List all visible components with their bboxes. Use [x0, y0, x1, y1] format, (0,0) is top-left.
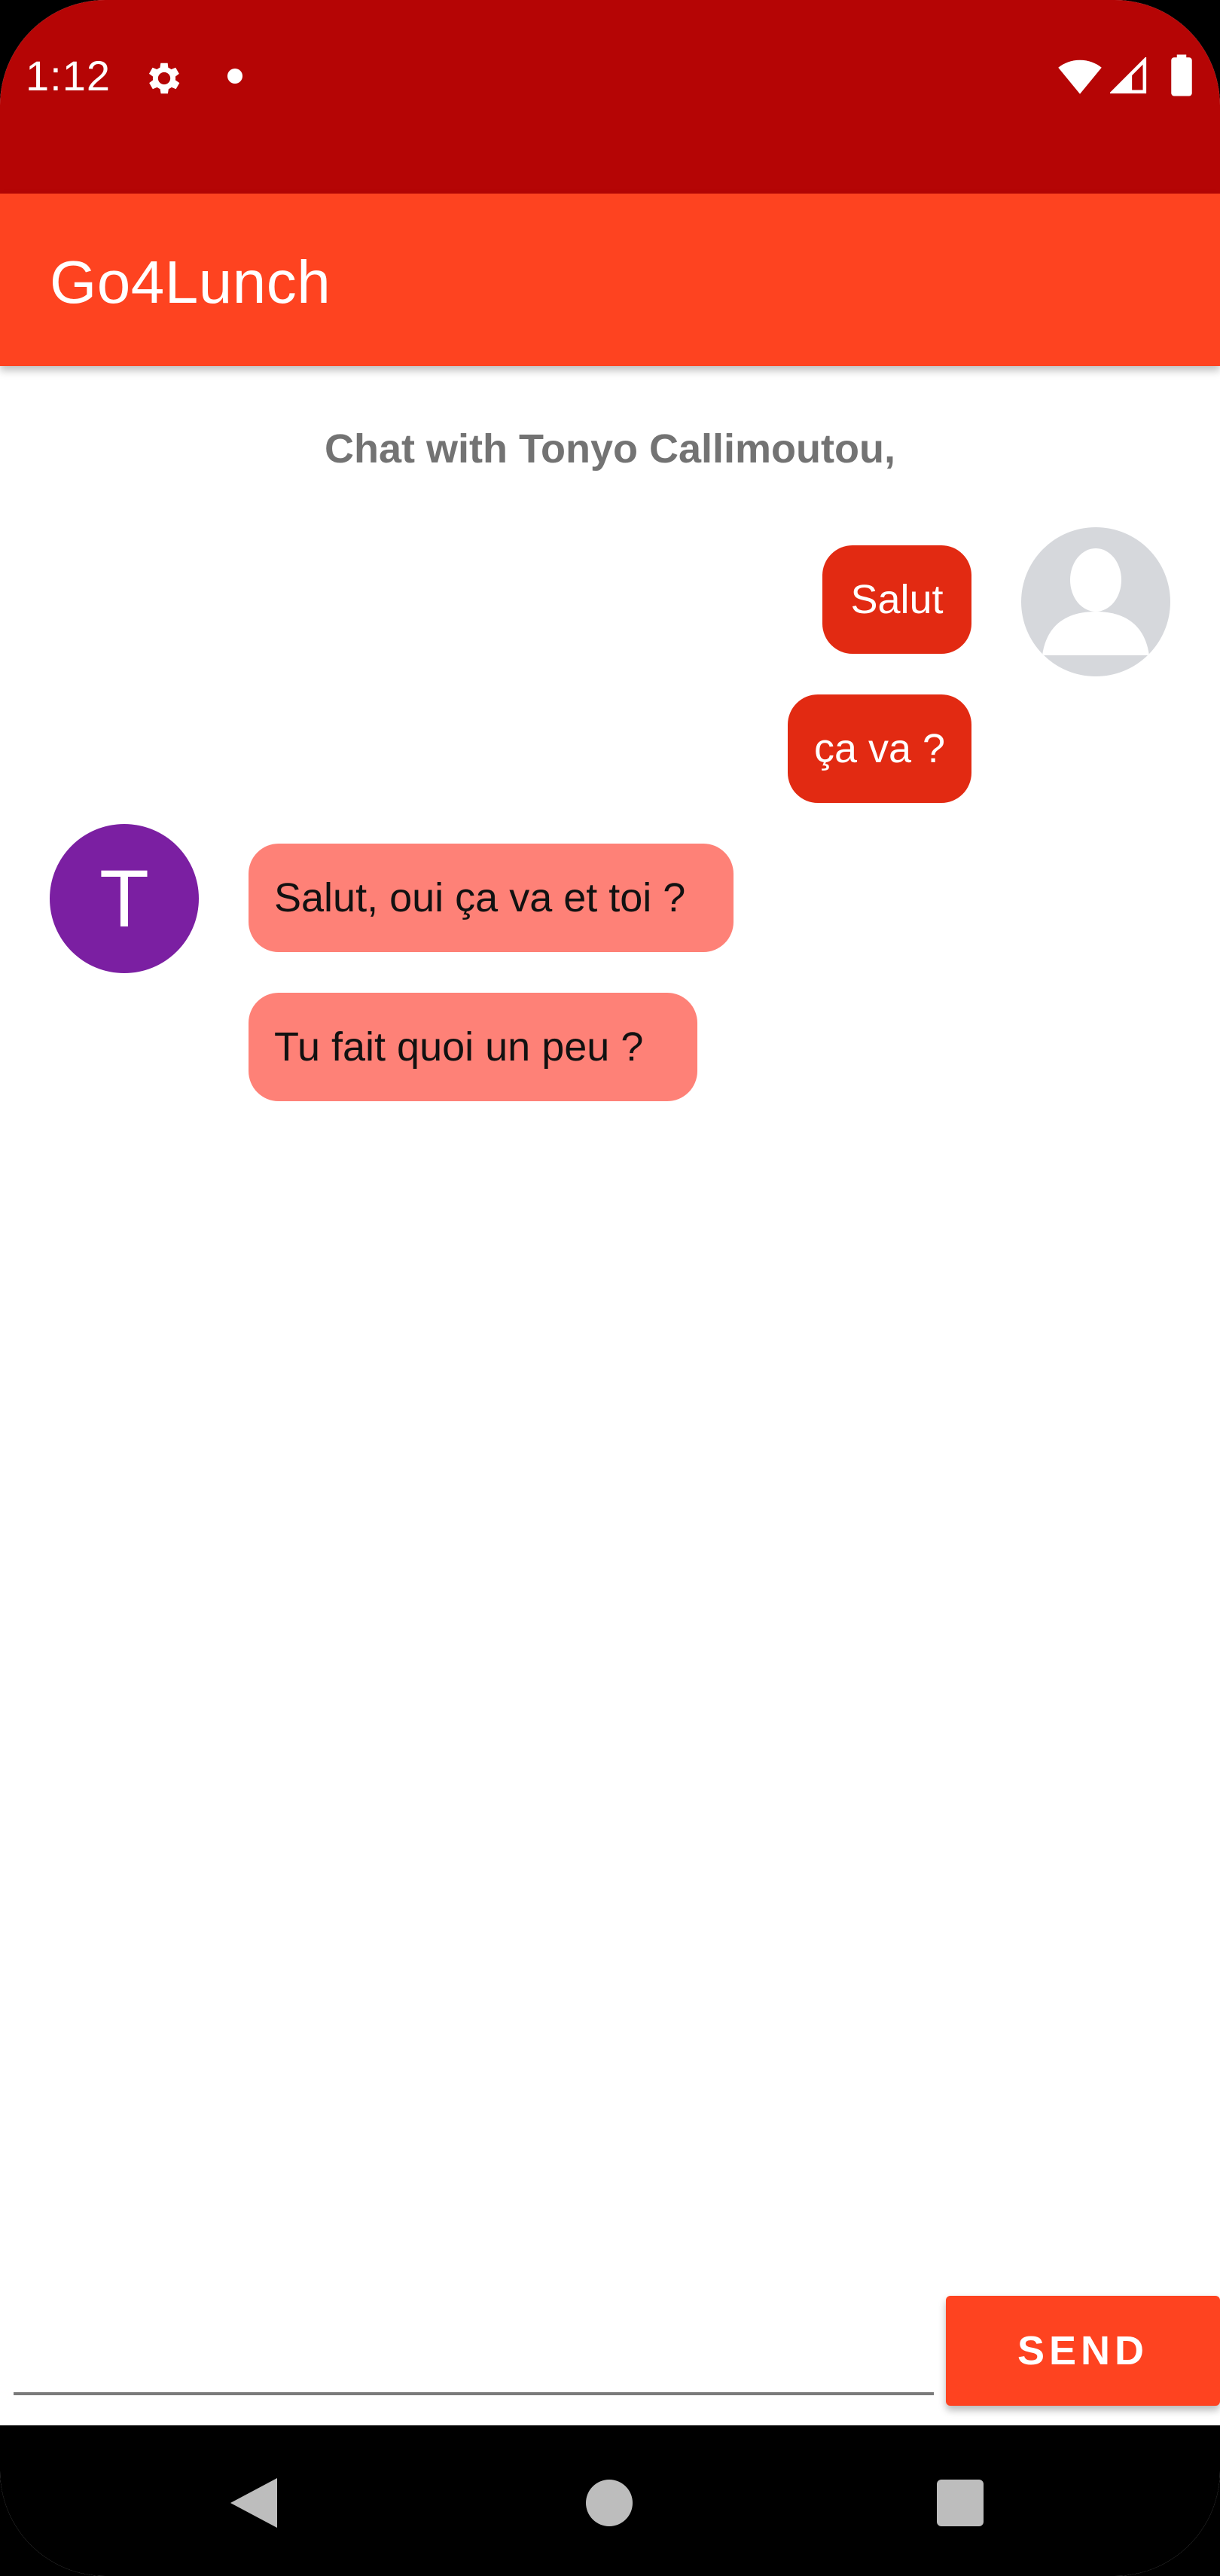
status-bar: 1:12	[0, 0, 1220, 194]
message-input[interactable]	[14, 2320, 934, 2395]
recents-icon[interactable]	[937, 2480, 984, 2526]
battery-icon	[1171, 54, 1192, 96]
sent-message-bubble: ça va ?	[788, 694, 971, 803]
signal-icon	[1110, 57, 1147, 94]
app-bar: Go4Lunch	[0, 194, 1220, 366]
navigation-bar	[0, 2425, 1220, 2576]
received-message-bubble: Tu fait quoi un peu ?	[249, 993, 697, 1101]
home-icon[interactable]	[586, 2480, 633, 2526]
received-message-bubble: Salut, oui ça va et toi ?	[249, 844, 734, 952]
notification-dot-icon	[227, 69, 242, 84]
wifi-icon	[1058, 60, 1102, 94]
app-title: Go4Lunch	[50, 249, 331, 316]
contact-avatar: T	[50, 824, 199, 973]
status-time: 1:12	[26, 52, 111, 99]
person-silhouette-icon	[1042, 548, 1149, 655]
device-screen: 1:12 Go4Lunch Chat with Tonyo Callimouto…	[0, 0, 1220, 2576]
send-button[interactable]: SEND	[946, 2296, 1220, 2406]
sent-message-bubble: Salut	[822, 545, 971, 654]
avatar-placeholder-icon	[1021, 527, 1170, 676]
chat-header: Chat with Tonyo Callimoutou,	[325, 426, 895, 472]
back-icon[interactable]	[230, 2478, 277, 2528]
gear-icon	[148, 63, 180, 94]
